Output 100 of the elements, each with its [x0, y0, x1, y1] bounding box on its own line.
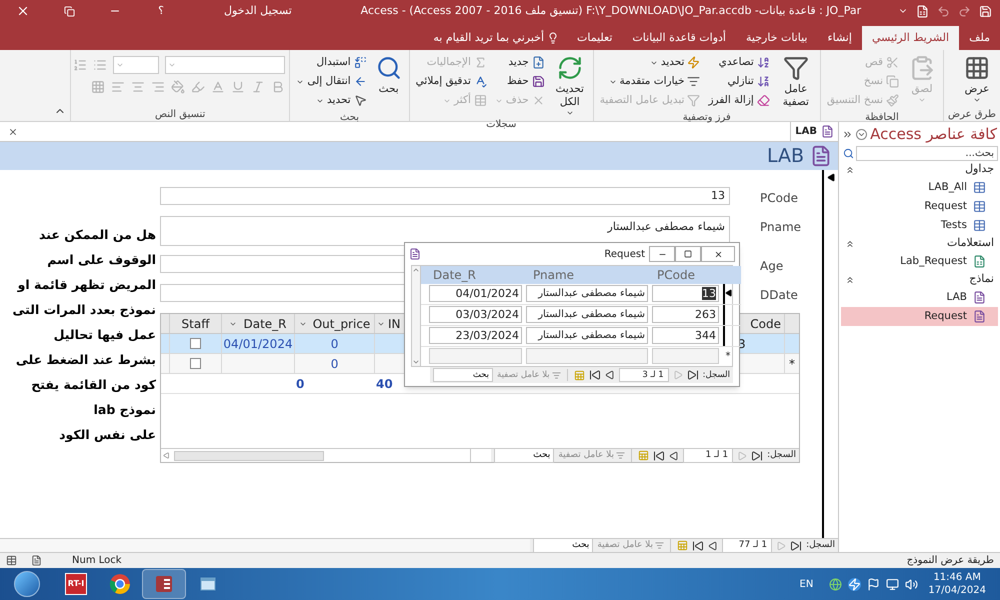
maximize-button[interactable] — [675, 246, 701, 262]
lightning-icon[interactable] — [848, 578, 862, 590]
ribbon-command[interactable]: تنازلي — [726, 72, 772, 91]
ribbon-large-command[interactable]: تحديث الكل — [550, 53, 589, 117]
ribbon-command[interactable]: تدقيق إملائي — [414, 72, 489, 91]
flag-icon[interactable] — [867, 578, 880, 590]
column-header[interactable]: Staff — [182, 314, 210, 332]
form-view-icon[interactable] — [31, 555, 42, 566]
ribbon-tab[interactable]: أدوات قاعدة البيانات — [622, 26, 736, 50]
ribbon-tab[interactable]: بيانات خارجية — [736, 26, 818, 50]
record-position-field[interactable]: 1 لـ 1 — [683, 448, 734, 464]
redo-icon[interactable] — [958, 4, 971, 18]
date-field[interactable]: 23/03/2024 — [429, 327, 522, 344]
ribbon-command[interactable]: استبدال — [314, 53, 369, 72]
scroll-up-icon[interactable] — [412, 266, 420, 274]
ribbon-command[interactable]: خيارات متقدمة — [606, 72, 702, 91]
tell-me-button[interactable]: أخبرني بما تريد القيام به — [433, 30, 544, 46]
first-record-icon[interactable] — [686, 369, 699, 381]
ribbon-command[interactable]: تحديد — [314, 91, 369, 110]
language-indicator[interactable]: EN — [800, 576, 814, 592]
ribbon-tab[interactable]: إنشاء — [817, 26, 862, 50]
vertical-scrollbar[interactable] — [412, 266, 421, 366]
chevron-up-icon[interactable] — [845, 164, 855, 174]
pane-item[interactable]: LAB — [841, 288, 998, 307]
scrollbar-thumb[interactable] — [174, 450, 324, 460]
ribbon-command[interactable]: جديد — [506, 53, 547, 72]
column-header[interactable]: IN — [388, 314, 401, 332]
taskbar-app[interactable]: RT-I — [54, 569, 98, 599]
search-field[interactable]: بحث — [494, 448, 554, 464]
ribbon-tab[interactable]: تعليمات — [567, 26, 622, 50]
group-header[interactable]: نماذج — [969, 271, 994, 288]
name-field[interactable]: شيماء مصطفى عبدالستار — [526, 285, 648, 302]
first-record-icon[interactable] — [790, 540, 802, 552]
checkbox[interactable] — [190, 358, 201, 369]
text-field[interactable]: شيماء مصطفى عبدالستار — [160, 216, 730, 246]
next-record-icon[interactable] — [669, 450, 680, 460]
name-field[interactable]: شيماء مصطفى عبدالستار — [526, 327, 648, 344]
search-field[interactable]: بحث — [433, 368, 494, 382]
ribbon-command[interactable]: انتقال إلى — [294, 72, 369, 91]
date-field[interactable]: 03/03/2024 — [429, 306, 522, 324]
last-record-icon[interactable] — [653, 450, 666, 462]
collapse-pane-icon[interactable] — [842, 128, 854, 140]
dropdown-icon[interactable] — [856, 128, 868, 140]
name-field[interactable] — [526, 348, 648, 364]
date-field[interactable]: 04/01/2024 — [429, 285, 522, 302]
volume-icon[interactable] — [905, 578, 918, 590]
chevron-up-icon[interactable] — [845, 274, 855, 284]
sign-in-link[interactable]: تسجيل الدخول — [184, 2, 332, 20]
datasheet-view-icon[interactable] — [6, 555, 17, 566]
ribbon-command[interactable]: تحديد — [648, 53, 702, 72]
ribbon-tab[interactable]: ملف — [959, 26, 1000, 50]
last-record-icon[interactable] — [588, 369, 601, 381]
ribbon-command[interactable]: إزالة الفرز — [706, 91, 772, 110]
pane-item[interactable]: Request — [841, 197, 998, 216]
table-cell-text: 0 — [330, 356, 338, 372]
date-field[interactable] — [429, 348, 522, 364]
taskbar-app[interactable] — [142, 569, 186, 599]
ribbon-large-command[interactable]: عامل تصفية — [776, 53, 816, 109]
ribbon-tab[interactable]: الشريط الرئيسي — [862, 26, 960, 50]
checkbox[interactable] — [190, 338, 201, 349]
text-field[interactable]: 13 — [160, 187, 730, 205]
code-field[interactable]: 13 — [652, 285, 719, 302]
next-record-icon[interactable] — [604, 370, 615, 380]
pane-item[interactable]: Lab_Request — [841, 252, 998, 271]
name-field[interactable]: شيماء مصطفى عبدالستار — [526, 306, 648, 324]
pane-search-field[interactable]: بحث... — [856, 146, 998, 161]
code-field[interactable] — [652, 348, 719, 364]
code-field[interactable]: 344 — [652, 327, 719, 344]
close-icon[interactable] — [8, 126, 18, 136]
save-icon[interactable] — [979, 4, 992, 18]
ribbon-large-command[interactable]: عرض — [958, 53, 996, 104]
code-field[interactable]: 263 — [652, 306, 719, 324]
record-position-field[interactable]: 1 لـ 3 — [618, 368, 669, 382]
group-header[interactable]: استعلامات — [946, 235, 994, 252]
undo-icon[interactable] — [937, 4, 950, 18]
search-icon[interactable] — [843, 148, 854, 159]
group-header[interactable]: جداول — [965, 161, 994, 178]
scroll-left-icon[interactable] — [163, 452, 170, 459]
scroll-down-icon[interactable] — [412, 358, 420, 366]
pane-item[interactable]: Tests — [841, 216, 998, 235]
column-header[interactable]: Out_price — [312, 314, 370, 332]
search-field[interactable]: بحث — [533, 538, 594, 554]
last-record-icon[interactable] — [692, 540, 704, 552]
pane-item[interactable]: Request — [841, 307, 998, 326]
next-record-icon[interactable] — [708, 540, 718, 550]
ribbon-command[interactable]: تصاعدي — [716, 53, 772, 72]
network-icon[interactable] — [886, 578, 900, 590]
ribbon-command[interactable]: حفظ — [504, 72, 547, 91]
close-button[interactable] — [701, 246, 735, 262]
ribbon-large-command[interactable]: بحث — [372, 53, 405, 96]
chevron-up-icon[interactable] — [845, 238, 855, 248]
column-header[interactable]: Code — [750, 314, 781, 332]
first-record-icon[interactable] — [751, 450, 764, 462]
form-icon[interactable] — [916, 4, 929, 18]
globe-icon[interactable] — [829, 578, 842, 590]
column-header[interactable]: Date_R — [243, 314, 287, 332]
pane-item[interactable]: LAB_All — [841, 178, 998, 197]
start-button[interactable] — [14, 571, 40, 597]
help-button[interactable]: ؟ — [138, 0, 184, 22]
record-position-field[interactable]: 1 لـ 77 — [722, 538, 772, 554]
